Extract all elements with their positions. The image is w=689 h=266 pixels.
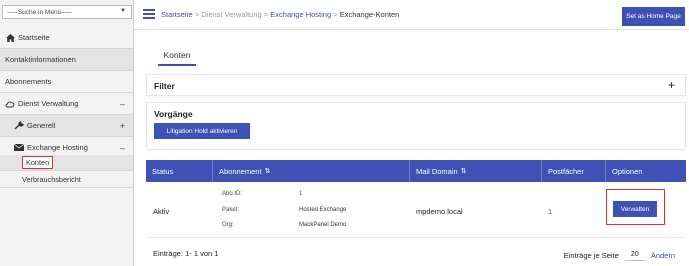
sort-icon[interactable]: ⇅ (461, 167, 467, 175)
sidebar-item-label: Verbrauchsbericht (22, 175, 81, 184)
per-page-label: Einträge je Seite (563, 250, 619, 260)
menu-search-select[interactable]: -----Suche in Menü----- ▼ (2, 5, 132, 19)
sidebar-item-verbrauchsbericht[interactable]: Verbrauchsbericht (0, 172, 133, 188)
header-label: Abonnement (219, 166, 262, 176)
column-header-postfaecher: Postfächer (542, 160, 606, 182)
header-label: Mail Domain (416, 166, 458, 176)
collapse-icon[interactable]: – (120, 99, 125, 109)
pagination-controls: Einträge je Seite 20 Ändern (564, 249, 675, 261)
column-header-status: Status (146, 160, 213, 182)
sidebar-item-label: Startseite (18, 33, 50, 42)
sort-icon[interactable]: ⇅ (265, 167, 271, 175)
column-header-mail-domain[interactable]: Mail Domain ⇅ (410, 160, 542, 182)
top-header: Startseite > Dienst Verwaltung > Exchang… (134, 0, 689, 30)
expand-icon[interactable]: + (120, 121, 125, 131)
breadcrumb-startseite[interactable]: Startseite (161, 10, 193, 19)
org-value: MackPanel Demo (299, 222, 347, 228)
sidebar-item-dienst-verwaltung[interactable]: Dienst Verwaltung – (0, 93, 133, 115)
breadcrumb-separator: > (261, 10, 271, 19)
paket-label: Paket: (222, 207, 240, 213)
sidebar-item-kontaktinformationen[interactable]: Kontaktinformationen (0, 49, 133, 71)
filter-title: Filter (154, 81, 175, 91)
cloud-icon (5, 99, 15, 109)
sidebar-item-abonnements[interactable]: Abonnements (0, 71, 133, 93)
vorgaenge-title: Vorgänge (154, 109, 193, 119)
filter-panel[interactable]: Filter + (146, 74, 686, 96)
postfaecher-link[interactable]: 1 (548, 207, 552, 216)
sidebar-item-label: Kontaktinformationen (5, 55, 76, 64)
header-label: Optionen (612, 166, 643, 176)
sidebar: -----Suche in Menü----- ▼ Startseite Kon… (0, 0, 134, 266)
table-header: Status Abonnement ⇅ Mail Domain ⇅ Postfä… (146, 160, 686, 182)
collapse-icon[interactable]: – (120, 143, 125, 153)
breadcrumb-separator: > (192, 10, 202, 19)
litigation-hold-button[interactable]: Litigation Hold aktivieren (154, 123, 250, 139)
menu-search-placeholder: -----Suche in Menü----- (7, 8, 73, 16)
header-label: Status (152, 166, 174, 176)
set-home-page-button[interactable]: Set as Home Page (622, 7, 685, 26)
breadcrumb: Startseite > Dienst Verwaltung > Exchang… (161, 10, 399, 19)
breadcrumb-exchange-hosting[interactable]: Exchange Hosting (270, 10, 331, 19)
dropdown-arrow-icon: ▼ (120, 8, 126, 14)
tab-konten[interactable]: Konten (158, 50, 196, 66)
verwalten-button[interactable]: Verwalten (613, 201, 657, 217)
status-cell: Aktiv (153, 207, 170, 216)
entries-info: Einträge: 1- 1 von 1 (153, 249, 219, 258)
sidebar-item-label: Exchange Hosting (27, 143, 88, 152)
sidebar-item-label: Dienst Verwaltung (18, 99, 79, 108)
column-header-abonnement[interactable]: Abonnement ⇅ (213, 160, 410, 182)
header-label: Postfächer (548, 166, 584, 176)
sidebar-item-konten[interactable]: Konten (0, 155, 133, 171)
tools-icon (14, 121, 24, 131)
sidebar-item-label: Abonnements (5, 77, 52, 86)
vorgaenge-panel: Vorgänge Litigation Hold aktivieren (146, 102, 686, 150)
sidebar-item-startseite[interactable]: Startseite (0, 27, 133, 49)
hamburger-menu-icon[interactable] (143, 9, 155, 19)
abo-id-label: Abo.ID: (222, 191, 243, 197)
paket-value: Hosted Exchange (299, 207, 347, 213)
column-header-optionen: Optionen (606, 160, 686, 182)
mail-icon (14, 143, 24, 153)
change-per-page-link[interactable]: Ändern (651, 251, 675, 260)
home-icon (5, 33, 15, 43)
breadcrumb-current: Exchange-Konten (339, 10, 400, 19)
breadcrumb-dienst-verwaltung: Dienst Verwaltung (201, 10, 262, 19)
expand-filter-icon[interactable]: + (668, 78, 675, 92)
table-row: Aktiv Abo.ID: 1 Paket: Hosted Exchange O… (146, 182, 686, 238)
abo-id-link[interactable]: 1 (299, 191, 302, 197)
org-label: Org: (222, 222, 234, 228)
sidebar-item-generell[interactable]: Generell + (0, 115, 133, 137)
breadcrumb-separator: > (331, 10, 340, 19)
verwalten-highlight: Verwalten (606, 189, 665, 225)
sidebar-item-label: Generell (27, 121, 56, 130)
sidebar-item-label: Konten (22, 156, 54, 169)
per-page-input[interactable]: 20 (624, 249, 645, 261)
mail-domain-cell: mpdemo.local (416, 207, 463, 216)
